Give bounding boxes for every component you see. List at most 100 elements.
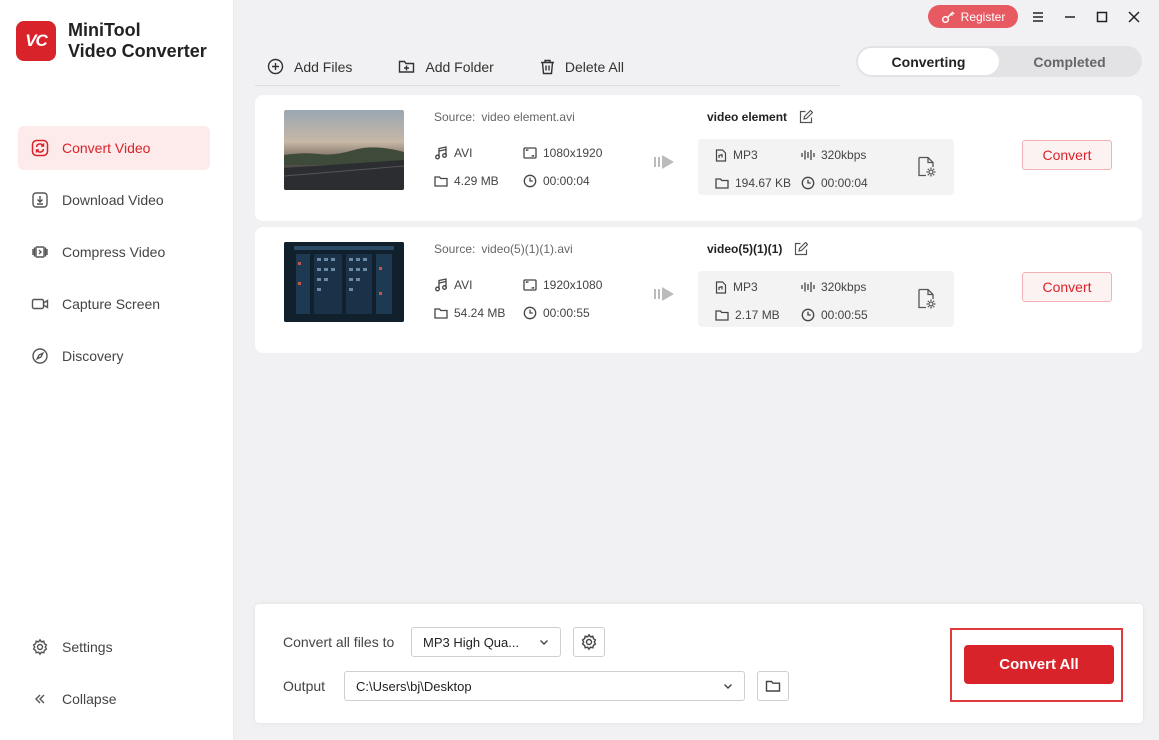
folder-icon (434, 174, 448, 188)
source-format: AVI (434, 278, 472, 292)
source-resolution: 1920x1080 (523, 278, 602, 292)
trash-icon (540, 59, 555, 75)
source-duration-value: 00:00:04 (543, 174, 590, 188)
convert-button[interactable]: Convert (1022, 272, 1112, 302)
camera-icon (30, 294, 50, 314)
format-settings-button[interactable] (573, 627, 605, 657)
convert-all-to-label: Convert all files to (283, 634, 395, 650)
file-card: Source: video(5)(1)(1).avi AVI 1920x1080 … (255, 227, 1142, 353)
minimize-icon (1065, 16, 1075, 18)
source-filename: video(5)(1)(1).avi (481, 242, 573, 256)
output-size: 194.67 KB (715, 176, 791, 190)
output-bitrate-value: 320kbps (821, 280, 867, 294)
tab-completed[interactable]: Completed (999, 48, 1140, 75)
status-tabs: Converting Completed (856, 46, 1142, 77)
sidebar-item-label: Discovery (62, 348, 124, 364)
sidebar-item-label: Compress Video (62, 244, 166, 260)
edit-icon[interactable] (794, 242, 809, 256)
sidebar-item-label: Collapse (62, 691, 117, 707)
resolution-icon (523, 278, 537, 292)
source-resolution-value: 1920x1080 (543, 278, 603, 292)
sidebar-item-convert-video[interactable]: Convert Video (18, 126, 210, 170)
output-bitrate: 320kbps (801, 148, 866, 162)
add-folder-button[interactable]: Add Folder (398, 58, 494, 75)
sidebar-item-settings[interactable]: Settings (18, 625, 210, 669)
browse-folder-button[interactable] (757, 671, 789, 701)
add-folder-label: Add Folder (425, 58, 494, 75)
sidebar-item-label: Download Video (62, 192, 164, 208)
output-size-value: 2.17 MB (735, 308, 780, 322)
source-info: Source: video element.avi (434, 110, 575, 124)
source-filename: video element.avi (481, 110, 575, 124)
source-format: AVI (434, 146, 472, 160)
collapse-icon (30, 689, 50, 709)
source-size: 4.29 MB (434, 174, 499, 188)
audio-file-icon (715, 148, 727, 162)
source-resolution-value: 1080x1920 (543, 146, 603, 160)
folder-icon (715, 308, 729, 322)
sidebar-item-label: Convert Video (62, 140, 151, 156)
source-size: 54.24 MB (434, 306, 505, 320)
output-size-value: 194.67 KB (735, 176, 792, 190)
source-format-value: AVI (454, 278, 473, 292)
toolbar: Add Files Add Folder Delete All (255, 48, 840, 86)
maximize-button[interactable] (1092, 7, 1112, 27)
source-size-value: 4.29 MB (454, 174, 499, 188)
source-duration: 00:00:55 (523, 306, 590, 320)
output-filename: video element (707, 110, 788, 124)
chevron-down-icon (722, 680, 734, 692)
sidebar: VC MiniTool Video Converter Convert Vide… (0, 0, 234, 740)
edit-icon[interactable] (799, 110, 814, 124)
output-settings-icon[interactable] (917, 156, 937, 178)
sidebar-item-discovery[interactable]: Discovery (18, 334, 210, 378)
app-title-line1: MiniTool (68, 20, 141, 40)
sidebar-nav: Convert Video Download Video Compress Vi… (18, 126, 210, 386)
convert-arrow-icon (654, 285, 676, 308)
download-icon (30, 190, 50, 210)
menu-button[interactable] (1028, 7, 1048, 27)
source-resolution: 1080x1920 (523, 146, 602, 160)
sidebar-item-capture-screen[interactable]: Capture Screen (18, 282, 210, 326)
close-button[interactable] (1124, 7, 1144, 27)
output-settings-icon[interactable] (917, 288, 937, 310)
folder-icon (715, 176, 729, 190)
brand: VC MiniTool Video Converter (16, 20, 207, 62)
add-circle-icon (267, 58, 284, 75)
convert-button[interactable]: Convert (1022, 140, 1112, 170)
tab-converting[interactable]: Converting (858, 48, 999, 75)
app-logo: VC (16, 21, 56, 61)
sidebar-item-download-video[interactable]: Download Video (18, 178, 210, 222)
convert-icon (30, 138, 50, 158)
gear-icon (30, 637, 50, 657)
output-target[interactable]: MP3 320kbps 2.17 MB 00:00:55 (698, 271, 954, 327)
folder-icon (434, 306, 448, 320)
source-info: Source: video(5)(1)(1).avi (434, 242, 573, 256)
convert-all-button[interactable]: Convert All (964, 645, 1114, 684)
source-size-value: 54.24 MB (454, 306, 506, 320)
source-label: Source: (434, 242, 476, 256)
sidebar-item-compress-video[interactable]: Compress Video (18, 230, 210, 274)
format-select[interactable]: MP3 High Qua... (411, 627, 561, 657)
clock-icon (523, 306, 537, 320)
compass-icon (30, 346, 50, 366)
output-size: 2.17 MB (715, 308, 780, 322)
output-path-select[interactable]: C:\Users\bj\Desktop (344, 671, 745, 701)
convert-arrow-icon (654, 153, 676, 176)
source-duration-value: 00:00:55 (543, 306, 590, 320)
video-thumbnail (284, 110, 404, 190)
file-card: Source: video element.avi AVI 1080x1920 4… (255, 95, 1142, 221)
compress-icon (30, 242, 50, 262)
clock-icon (801, 308, 815, 322)
output-format-value: MP3 (733, 148, 758, 162)
source-label: Source: (434, 110, 476, 124)
gear-icon (581, 633, 597, 651)
add-files-button[interactable]: Add Files (267, 58, 352, 75)
output-duration: 00:00:55 (801, 308, 868, 322)
delete-all-button[interactable]: Delete All (540, 59, 624, 75)
sidebar-item-collapse[interactable]: Collapse (18, 677, 210, 721)
minimize-button[interactable] (1060, 7, 1080, 27)
output-target[interactable]: MP3 320kbps 194.67 KB 00:00:04 (698, 139, 954, 195)
clock-icon (523, 174, 537, 188)
register-button[interactable]: Register (928, 5, 1018, 28)
delete-all-label: Delete All (564, 58, 624, 75)
